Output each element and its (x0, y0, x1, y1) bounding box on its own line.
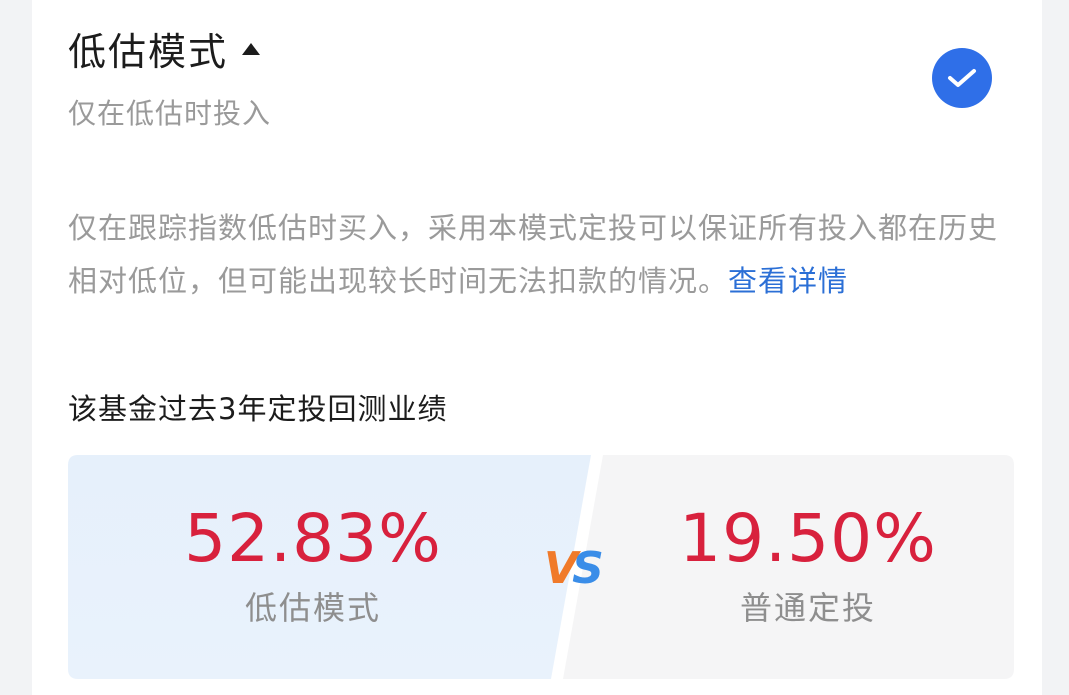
mode-title: 低估模式 (68, 30, 229, 74)
mode-title-toggle[interactable]: 低估模式 (68, 28, 261, 76)
regular-investment-label: 普通定投 (739, 589, 876, 627)
regular-investment-result: 19.50% 普通定投 (578, 455, 1038, 679)
backtest-title: 该基金过去3年定投回测业绩 (68, 392, 448, 426)
description-text: 仅在跟踪指数低估时买入，采用本模式定投可以保证所有投入都在历史相对低位，但可能出… (68, 211, 999, 298)
low-valuation-return: 52.83% (184, 500, 442, 577)
caret-up-icon (242, 43, 261, 55)
mode-subtitle: 仅在低估时投入 (68, 97, 272, 130)
investment-mode-card: 低估模式 仅在低估时投入 仅在跟踪指数低估时买入，采用本模式定投可以保证所有投入… (32, 0, 1042, 695)
view-details-link[interactable]: 查看详情 (728, 264, 848, 298)
low-valuation-label: 低估模式 (244, 589, 381, 627)
check-icon (948, 69, 976, 87)
mode-description: 仅在跟踪指数低估时买入，采用本模式定投可以保证所有投入都在历史相对低位，但可能出… (68, 202, 1008, 308)
selected-check-button[interactable] (932, 48, 992, 108)
regular-investment-return: 19.50% (679, 500, 937, 577)
low-valuation-result: 52.83% 低估模式 (68, 455, 558, 679)
backtest-comparison: 52.83% 低估模式 VS 19.50% 普通定投 (68, 455, 1014, 679)
